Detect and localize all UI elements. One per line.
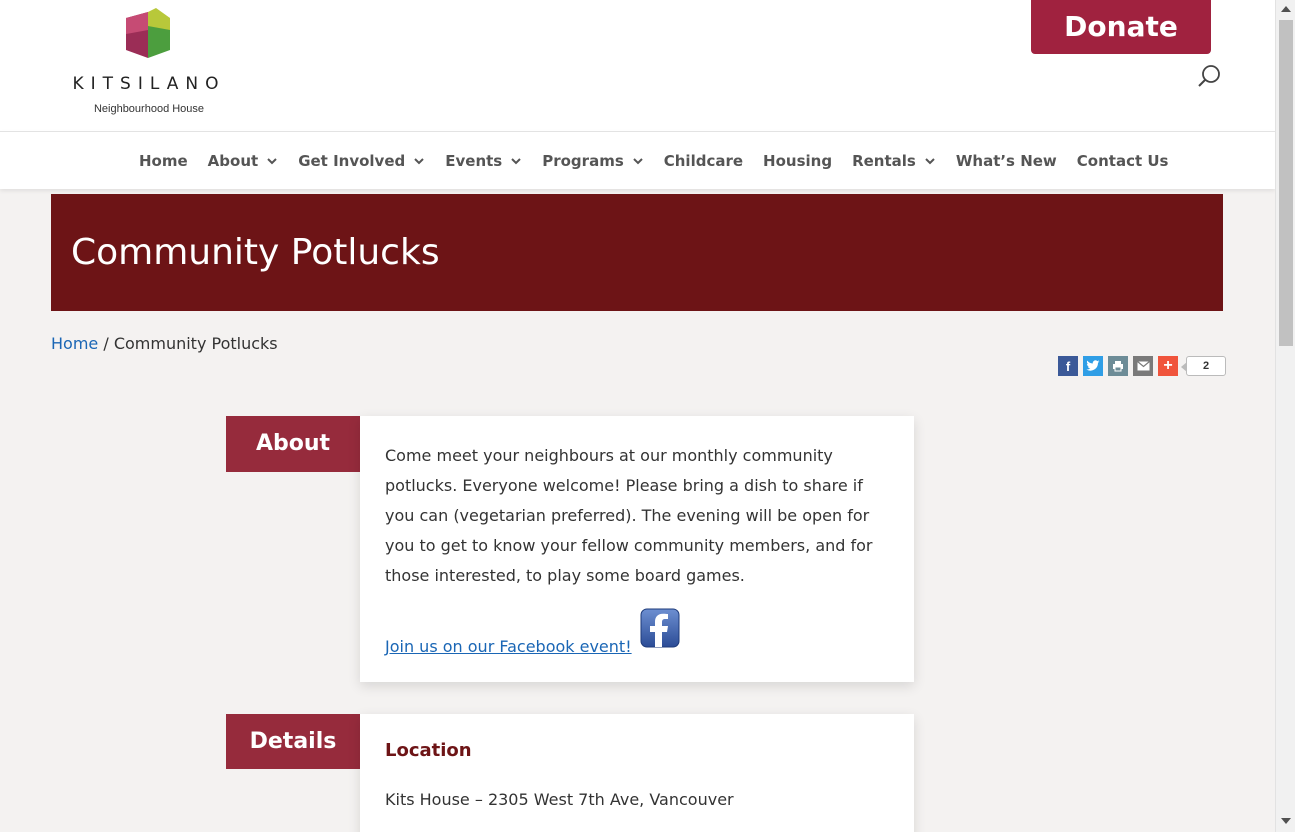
scroll-thumb[interactable]: [1279, 20, 1293, 346]
search-icon[interactable]: [1196, 63, 1222, 89]
nav-item-childcare[interactable]: Childcare: [664, 152, 743, 170]
nav-item-label: About: [207, 152, 259, 170]
page-scrollbar[interactable]: [1275, 0, 1295, 832]
scroll-down-arrow-icon[interactable]: [1281, 818, 1291, 824]
site-header: KITSILANO Neighbourhood House Donate Hom…: [0, 0, 1275, 189]
page-title: Community Potlucks: [71, 232, 440, 273]
breadcrumb: Home / Community Potlucks: [51, 334, 278, 353]
about-section-label: About: [226, 416, 360, 472]
donate-button[interactable]: Donate: [1031, 0, 1211, 54]
nav-item-contact-us[interactable]: Contact Us: [1077, 152, 1169, 170]
share-bar: f + 2: [1058, 356, 1226, 376]
nav-item-label: Rentals: [852, 152, 916, 170]
chevron-down-icon: [414, 158, 424, 165]
plus-share-icon[interactable]: +: [1158, 356, 1178, 376]
logo-wordmark: KITSILANO: [72, 74, 226, 94]
breadcrumb-home-link[interactable]: Home: [51, 334, 98, 353]
twitter-share-icon[interactable]: [1083, 356, 1103, 376]
print-share-icon[interactable]: [1108, 356, 1128, 376]
nav-item-label: Programs: [542, 152, 624, 170]
share-count: 2: [1181, 356, 1226, 376]
location-heading: Location: [385, 740, 472, 761]
logo-mark-icon: [126, 8, 170, 58]
chevron-down-icon: [267, 158, 277, 165]
scroll-up-arrow-icon[interactable]: [1281, 6, 1291, 12]
chevron-down-icon: [925, 158, 935, 165]
nav-item-label: Contact Us: [1076, 152, 1169, 170]
nav-item-label: Housing: [763, 152, 833, 170]
about-description: Come meet your neighbours at our monthly…: [385, 446, 873, 585]
about-card: Come meet your neighbours at our monthly…: [360, 416, 914, 682]
nav-item-what-s-new[interactable]: What’s New: [956, 152, 1057, 170]
chevron-down-icon: [511, 158, 521, 165]
breadcrumb-current: Community Potlucks: [113, 334, 278, 353]
nav-item-home[interactable]: Home: [139, 152, 188, 170]
nav-item-events[interactable]: Events: [445, 152, 522, 170]
nav-item-get-involved[interactable]: Get Involved: [298, 152, 425, 170]
page-title-banner: Community Potlucks: [51, 194, 1223, 311]
logo-subtitle: Neighbourhood House: [93, 103, 205, 115]
main-nav: Home About Get Involved Events Programs Child…: [0, 131, 1275, 189]
nav-item-about[interactable]: About: [208, 152, 279, 170]
email-share-icon[interactable]: [1133, 356, 1153, 376]
nav-item-programs[interactable]: Programs: [542, 152, 644, 170]
facebook-event-link[interactable]: Join us on our Facebook event!: [385, 637, 632, 656]
nav-item-housing[interactable]: Housing: [763, 152, 832, 170]
details-card: Location Kits House – 2305 West 7th Ave,…: [360, 714, 914, 832]
details-section-label: Details: [226, 714, 360, 769]
nav-item-label: Get Involved: [298, 152, 406, 170]
location-address: Kits House – 2305 West 7th Ave, Vancouve…: [385, 790, 734, 809]
facebook-share-icon[interactable]: f: [1058, 356, 1078, 376]
nav-item-label: What’s New: [955, 152, 1057, 170]
site-logo[interactable]: KITSILANO Neighbourhood House: [56, 8, 246, 120]
nav-item-label: Home: [139, 152, 188, 170]
chevron-down-icon: [633, 158, 643, 165]
nav-item-rentals[interactable]: Rentals: [852, 152, 936, 170]
nav-item-label: Events: [445, 152, 503, 170]
breadcrumb-separator: /: [98, 334, 114, 353]
facebook-icon[interactable]: [640, 608, 680, 648]
nav-item-label: Childcare: [663, 152, 744, 170]
